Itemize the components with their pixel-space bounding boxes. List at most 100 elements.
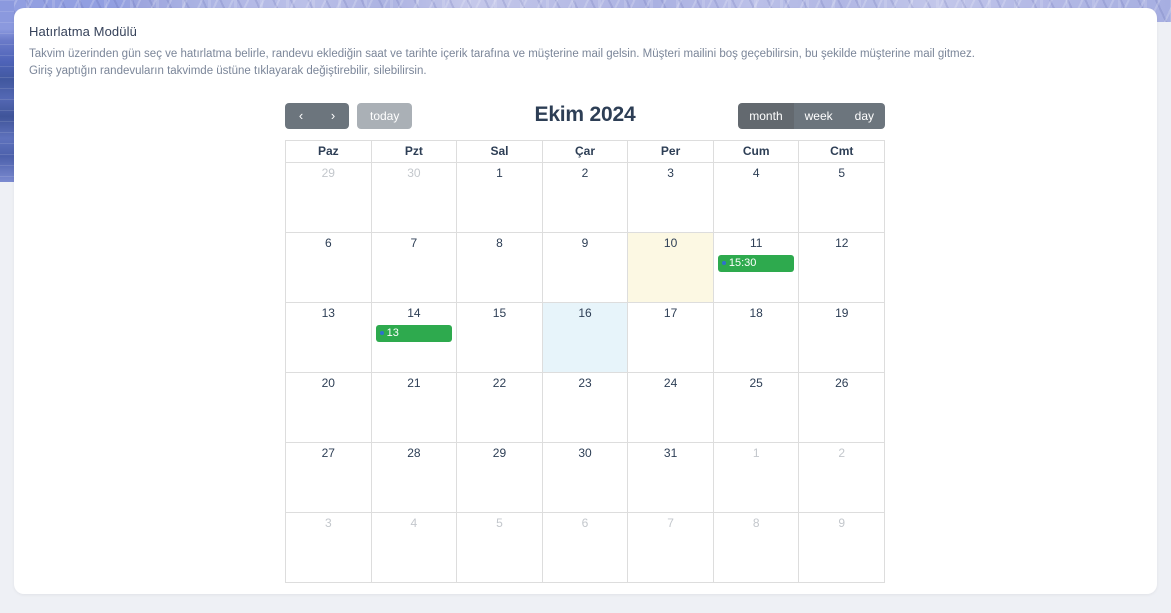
calendar-body: 29 30 1 2 3 4 5 6 7 8 9 10 11 15:30 12 13 14 13 15 16 17 18 19… [286, 163, 886, 583]
view-week-button[interactable]: week [793, 103, 844, 129]
calendar-day-cell[interactable]: 28 [371, 443, 458, 513]
calendar-day-cell[interactable]: 30 [371, 163, 458, 233]
calendar-day-cell[interactable]: 16 [542, 303, 629, 373]
calendar-day-cell[interactable]: 31 [628, 443, 714, 513]
calendar-day-number: 7 [410, 236, 418, 250]
calendar-day-number: 8 [752, 516, 760, 530]
calendar-weekday-header-row: Paz Pzt Sal Çar Per Cum Cmt [286, 141, 886, 163]
calendar-week-row: 3 4 5 6 7 8 9 [286, 513, 886, 583]
calendar-day-cell[interactable]: 18 [713, 303, 800, 373]
calendar-day-number: 3 [324, 516, 332, 530]
calendar-day-cell[interactable]: 4 [713, 163, 800, 233]
calendar-day-number: 16 [578, 306, 592, 320]
calendar-day-cell[interactable]: 12 [799, 233, 886, 303]
calendar-day-number: 9 [838, 516, 846, 530]
calendar-day-number: 10 [663, 236, 678, 250]
calendar-weekday-header: Cum [713, 141, 800, 163]
calendar-week-row: 20 21 22 23 24 25 26 [286, 373, 886, 443]
calendar-day-cell[interactable]: 30 [542, 443, 629, 513]
calendar-weekday-header: Paz [286, 141, 372, 163]
calendar-day-cell[interactable]: 10 [628, 233, 714, 303]
calendar-day-cell[interactable]: 1 [713, 443, 800, 513]
calendar-day-cell[interactable]: 5 [457, 513, 543, 583]
calendar-day-number: 25 [749, 376, 763, 390]
calendar-day-number: 8 [496, 236, 503, 250]
calendar-week-row: 29 30 1 2 3 4 5 [286, 163, 886, 233]
page-title: Hatırlatma Modülü [29, 24, 137, 39]
calendar-event[interactable]: 13 [375, 325, 453, 342]
calendar-event-label: 13 [386, 327, 399, 339]
calendar-day-cell[interactable]: 1 [457, 163, 543, 233]
calendar-event[interactable]: 15:30 [717, 255, 795, 272]
view-day-button[interactable]: day [843, 103, 885, 129]
calendar-day-number: 7 [667, 516, 674, 530]
calendar-day-cell[interactable]: 17 [628, 303, 714, 373]
calendar-weekday-header: Pzt [371, 141, 458, 163]
calendar-day-number: 4 [410, 516, 418, 530]
left-sidebar-image-strip [0, 0, 14, 182]
calendar-day-cell[interactable]: 15 [457, 303, 543, 373]
calendar-day-cell[interactable]: 7 [628, 513, 714, 583]
calendar-week-row: 27 28 29 30 31 1 2 [286, 443, 886, 513]
calendar-day-cell[interactable]: 11 15:30 [713, 233, 800, 303]
calendar-weekday-header: Çar [542, 141, 629, 163]
calendar-day-number: 30 [578, 446, 592, 460]
calendar-day-cell[interactable]: 29 [286, 163, 372, 233]
calendar-day-cell[interactable]: 4 [371, 513, 458, 583]
calendar-view-button-group: month week day [738, 103, 885, 129]
calendar-day-number: 30 [407, 166, 421, 180]
calendar-weekday-header: Per [628, 141, 714, 163]
calendar-day-number: 19 [835, 306, 849, 320]
reminder-module-card: Hatırlatma Modülü Takvim üzerinden gün s… [14, 8, 1157, 594]
calendar-day-cell[interactable]: 5 [799, 163, 886, 233]
calendar-day-number: 22 [492, 376, 507, 390]
calendar-day-number: 26 [835, 376, 849, 390]
calendar-day-cell[interactable]: 3 [286, 513, 372, 583]
calendar-day-cell[interactable]: 8 [713, 513, 800, 583]
calendar: ‹ › today Ekim 2024 month week day Paz P… [285, 100, 886, 583]
calendar-day-cell[interactable]: 22 [457, 373, 543, 443]
calendar-day-cell[interactable]: 8 [457, 233, 543, 303]
calendar-day-number: 29 [321, 166, 335, 180]
event-dot-icon [721, 261, 726, 265]
view-month-button[interactable]: month [738, 103, 794, 129]
calendar-day-cell[interactable]: 29 [457, 443, 543, 513]
calendar-day-number: 1 [752, 446, 760, 460]
calendar-day-number: 5 [838, 166, 846, 180]
calendar-day-number: 4 [752, 166, 760, 180]
calendar-day-cell[interactable]: 13 [286, 303, 372, 373]
calendar-day-cell[interactable]: 20 [286, 373, 372, 443]
module-description-line-2: Giriş yaptığın randevuların takvimde üst… [29, 65, 427, 77]
calendar-day-cell[interactable]: 14 13 [371, 303, 458, 373]
module-description-line-1: Takvim üzerinden gün seç ve hatırlatma b… [29, 48, 975, 60]
calendar-day-number: 28 [407, 446, 421, 460]
calendar-day-cell[interactable]: 25 [713, 373, 800, 443]
calendar-day-number: 3 [667, 166, 674, 180]
calendar-day-cell[interactable]: 2 [799, 443, 886, 513]
calendar-day-number: 21 [407, 376, 421, 390]
event-dot-icon [379, 331, 384, 335]
calendar-toolbar-right: month week day [738, 103, 885, 129]
calendar-day-number: 2 [581, 166, 589, 180]
calendar-weekday-header: Cmt [799, 141, 886, 163]
calendar-day-number: 29 [492, 446, 507, 460]
calendar-day-cell[interactable]: 7 [371, 233, 458, 303]
calendar-day-cell[interactable]: 23 [542, 373, 629, 443]
calendar-day-cell[interactable]: 6 [286, 233, 372, 303]
calendar-day-cell[interactable]: 27 [286, 443, 372, 513]
calendar-day-cell[interactable]: 9 [542, 233, 629, 303]
calendar-day-number: 2 [838, 446, 846, 460]
calendar-toolbar: ‹ › today Ekim 2024 month week day [285, 100, 885, 140]
calendar-day-cell[interactable]: 19 [799, 303, 886, 373]
calendar-day-number: 17 [663, 306, 678, 320]
calendar-day-cell[interactable]: 26 [799, 373, 886, 443]
calendar-day-cell[interactable]: 6 [542, 513, 629, 583]
calendar-day-number: 1 [496, 166, 503, 180]
calendar-day-cell[interactable]: 2 [542, 163, 629, 233]
calendar-day-cell[interactable]: 24 [628, 373, 714, 443]
calendar-day-cell[interactable]: 21 [371, 373, 458, 443]
calendar-day-cell[interactable]: 9 [799, 513, 886, 583]
calendar-day-number: 11 [749, 236, 763, 250]
calendar-event-label: 15:30 [728, 257, 757, 269]
calendar-day-cell[interactable]: 3 [628, 163, 714, 233]
